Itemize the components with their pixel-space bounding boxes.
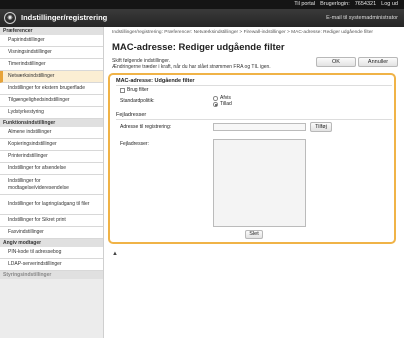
policy-allow-radio[interactable]	[213, 102, 218, 107]
login-value: 7654321	[354, 1, 377, 7]
policy-reject-radio[interactable]	[213, 96, 218, 101]
address-label: Adresse til registrering:	[120, 124, 172, 130]
intro-text: Skift følgende indstillinger. Ændringern…	[112, 58, 322, 70]
exceptions-list-label: Fejladresser:	[120, 141, 149, 147]
use-filter-label: Brug filter	[127, 87, 149, 93]
exceptions-listbox[interactable]	[213, 139, 306, 227]
sidebar-item-accessibility[interactable]: Tilgængelighedsindstillinger	[0, 95, 103, 107]
brand-logo-icon: ◉	[4, 12, 16, 24]
sidebar-item-timer[interactable]: Timerindstillinger	[0, 59, 103, 71]
sidebar-section-functions: Funktionsindstillinger	[0, 119, 103, 127]
add-button[interactable]: Tilføj	[310, 122, 332, 132]
portal-link[interactable]: Til portal	[294, 0, 315, 9]
sidebar-item-receive-forward[interactable]: Indstillinger for modtagelse/videresende…	[0, 175, 103, 195]
use-filter-checkbox[interactable]	[120, 88, 125, 93]
sidebar-item-paper[interactable]: Papirindstillinger	[0, 35, 103, 47]
intro-line-2: Ændringerne træder i kraft, når du har s…	[112, 64, 271, 70]
ok-button[interactable]: OK	[316, 57, 356, 67]
sidebar-item-remote-ui[interactable]: Indstillinger for ekstern brugerflade	[0, 83, 103, 95]
sidebar-item-secure-print[interactable]: Indstillinger for Sikret print	[0, 215, 103, 227]
main-content: Indstillinger/registrering: Præferencer:…	[104, 27, 404, 338]
breadcrumb: Indstillinger/registrering: Præferencer:…	[112, 30, 374, 35]
filter-panel: MAC-adresse: Udgående filter Brug filter…	[108, 73, 396, 244]
sidebar-item-general[interactable]: Almene indstillinger	[0, 127, 103, 139]
cancel-button[interactable]: Annuller	[358, 57, 398, 67]
sidebar-section-destination: Angiv modtager	[0, 239, 103, 247]
arrow-up-icon[interactable]: ▲	[112, 251, 118, 257]
page-title: MAC-adresse: Rediger udgående filter	[112, 42, 285, 53]
login-label: Brugerlogin:	[320, 1, 350, 7]
top-bar: Til portal Brugerlogin: 7654321 Log ud	[0, 0, 404, 9]
sidebar-item-printer[interactable]: Printerindstillinger	[0, 151, 103, 163]
sidebar-item-fax[interactable]: Faxvindstillinger	[0, 227, 103, 239]
sidebar-item-send[interactable]: Indstillinger for afsendelse	[0, 163, 103, 175]
sidebar-item-store-access[interactable]: Indstillinger for lagring/adgang til fil…	[0, 195, 103, 215]
admin-mail-link[interactable]: E-mail til systemadministrator	[326, 9, 398, 27]
sidebar-item-network[interactable]: Netværksindstillinger	[0, 71, 103, 83]
address-input[interactable]	[213, 123, 306, 131]
sidebar-section-preferences: Præferencer	[0, 27, 103, 35]
app-title: Indstillinger/registrering	[21, 13, 108, 22]
sidebar-section-management: Styringsindstillinger	[0, 271, 103, 279]
sidebar-item-display[interactable]: Visningsindstillinger	[0, 47, 103, 59]
logout-link[interactable]: Log ud	[381, 0, 398, 9]
sidebar-item-volume[interactable]: Lydstyrkestyring	[0, 107, 103, 119]
app-header: ◉ Indstillinger/registrering E-mail til …	[0, 9, 404, 27]
sidebar-item-address-book-pin[interactable]: PIN-kode til adressebog	[0, 247, 103, 259]
sidebar-item-copy[interactable]: Kopieringsindstillinger	[0, 139, 103, 151]
policy-allow-label: Tillad	[220, 101, 232, 107]
sidebar: Præferencer Papirindstillinger Visningsi…	[0, 27, 104, 338]
policy-label: Standardpolitik:	[120, 98, 155, 104]
sidebar-item-ldap[interactable]: LDAP-serverindstillinger	[0, 259, 103, 271]
delete-button[interactable]: Slet	[245, 230, 263, 239]
panel-title: MAC-adresse: Udgående filter	[116, 78, 392, 86]
exceptions-title: Fejladresser	[116, 112, 392, 120]
